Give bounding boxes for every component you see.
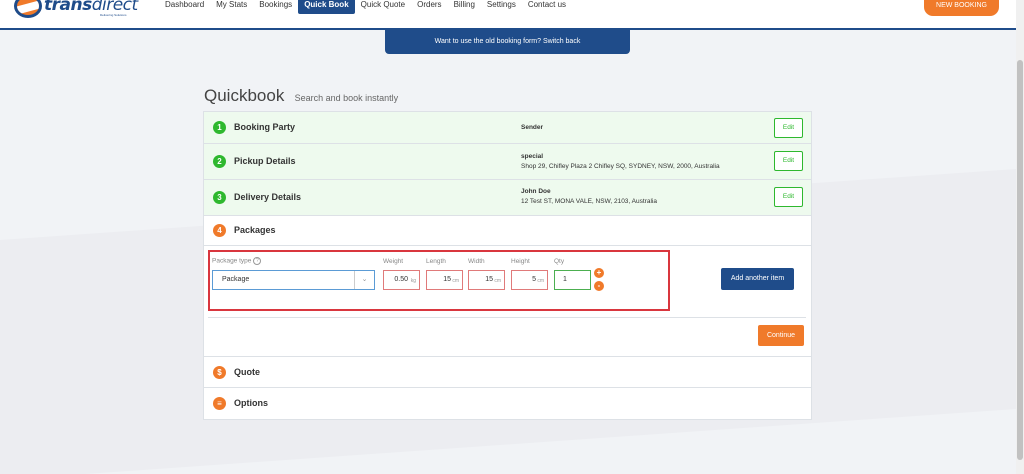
width-value: 15 xyxy=(485,276,493,283)
help-icon[interactable]: ? xyxy=(253,257,262,265)
step-title: Booking Party xyxy=(234,122,296,132)
page-title: Quickbook xyxy=(204,86,285,105)
logo-tagline: Delivering Solutions xyxy=(100,13,127,17)
weight-value: 0.50 xyxy=(394,276,408,283)
nav-orders[interactable]: Orders xyxy=(411,0,447,14)
packages-form: Package type ? Package ⌄ Weight 0.50 kg … xyxy=(204,245,811,355)
step-title: Packages xyxy=(234,225,276,235)
qty-increase-button[interactable]: + xyxy=(594,268,604,278)
weight-unit: kg xyxy=(410,278,416,284)
top-header: transdirect Delivering Solutions Dashboa… xyxy=(0,0,1016,30)
step-number-badge: 3 xyxy=(213,191,226,204)
step-number-badge: 1 xyxy=(213,121,226,134)
step-summary: special Shop 29, Chifley Plaza 2 Chifley… xyxy=(521,153,720,170)
nav-bookings[interactable]: Bookings xyxy=(253,0,298,14)
height-label: Height xyxy=(511,258,530,265)
page-header: Quickbook Search and book instantly xyxy=(204,86,398,106)
height-value: 5 xyxy=(532,276,536,283)
length-input[interactable]: 15 cm xyxy=(426,270,463,290)
step-booking-party[interactable]: 1 Booking Party Sender Edit xyxy=(204,112,811,144)
length-value: 15 xyxy=(443,276,451,283)
continue-button[interactable]: Continue xyxy=(758,325,804,346)
chevron-down-icon: ⌄ xyxy=(354,271,374,289)
qty-label: Qty xyxy=(554,258,565,265)
step-packages: 4 Packages xyxy=(204,216,811,246)
page-subtitle: Search and book instantly xyxy=(294,93,399,103)
qty-decrease-button[interactable]: - xyxy=(594,281,604,291)
length-label: Length xyxy=(426,258,446,265)
nav-my-stats[interactable]: My Stats xyxy=(210,0,253,14)
step-title: Options xyxy=(234,398,268,408)
step-delivery-details[interactable]: 3 Delivery Details John Doe 12 Test ST, … xyxy=(204,180,811,216)
step-summary: John Doe 12 Test ST, MONA VALE, NSW, 210… xyxy=(521,188,657,205)
scrollbar-thumb[interactable] xyxy=(1017,60,1023,460)
main-nav: Dashboard My Stats Bookings Quick Book Q… xyxy=(159,0,572,14)
step-number-badge: 4 xyxy=(213,224,226,237)
weight-input[interactable]: 0.50 kg xyxy=(383,270,420,290)
step-title: Delivery Details xyxy=(234,192,302,202)
step-pickup-details[interactable]: 2 Pickup Details special Shop 29, Chifle… xyxy=(204,144,811,180)
step-quote[interactable]: $ Quote xyxy=(204,356,811,388)
list-icon: ≡ xyxy=(213,397,226,410)
step-options[interactable]: ≡ Options xyxy=(204,388,811,419)
transdirect-logo[interactable]: transdirect Delivering Solutions xyxy=(14,0,138,20)
length-unit: cm xyxy=(452,278,459,284)
divider xyxy=(208,317,806,318)
nav-contact-us[interactable]: Contact us xyxy=(522,0,572,14)
package-type-select[interactable]: Package ⌄ xyxy=(212,270,375,290)
edit-pickup-button[interactable]: Edit xyxy=(774,151,803,171)
dollar-icon: $ xyxy=(213,366,226,379)
page-scrollbar[interactable] xyxy=(1016,0,1024,474)
qty-input[interactable]: 1 xyxy=(554,270,591,290)
edit-delivery-button[interactable]: Edit xyxy=(774,187,803,207)
add-another-item-button[interactable]: Add another item xyxy=(721,268,794,290)
package-type-label: Package type ? xyxy=(212,257,262,265)
package-type-value: Package xyxy=(222,276,250,283)
step-title: Quote xyxy=(234,367,260,377)
height-input[interactable]: 5 cm xyxy=(511,270,548,290)
nav-billing[interactable]: Billing xyxy=(448,0,481,14)
new-booking-button[interactable]: NEW BOOKING xyxy=(924,0,999,16)
step-number-badge: 2 xyxy=(213,155,226,168)
height-unit: cm xyxy=(537,278,544,284)
nav-quick-quote[interactable]: Quick Quote xyxy=(355,0,411,14)
qty-value: 1 xyxy=(563,276,567,283)
step-summary: Sender xyxy=(521,124,544,131)
nav-quick-book[interactable]: Quick Book xyxy=(298,0,355,14)
edit-booking-party-button[interactable]: Edit xyxy=(774,118,803,138)
switch-back-banner[interactable]: Want to use the old booking form? Switch… xyxy=(385,30,630,54)
width-unit: cm xyxy=(494,278,501,284)
step-title: Pickup Details xyxy=(234,156,296,166)
logo-globe-icon xyxy=(14,0,42,18)
width-label: Width xyxy=(468,258,485,265)
quickbook-card: 1 Booking Party Sender Edit 2 Pickup Det… xyxy=(203,111,812,420)
weight-label: Weight xyxy=(383,258,404,265)
nav-settings[interactable]: Settings xyxy=(481,0,522,14)
width-input[interactable]: 15 cm xyxy=(468,270,505,290)
nav-dashboard[interactable]: Dashboard xyxy=(159,0,210,14)
